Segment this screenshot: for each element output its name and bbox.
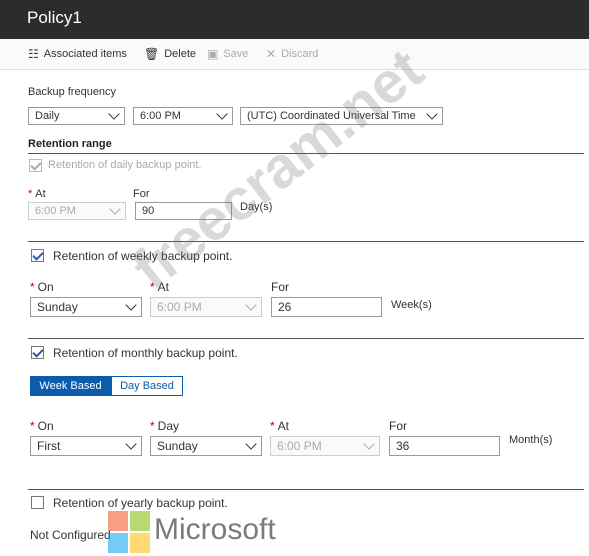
weekly-unit-label: Week(s) [391, 299, 432, 311]
daily-at-label: * At [28, 188, 46, 200]
required-marker: * [28, 188, 33, 200]
yearly-retention-label: Retention of yearly backup point. [53, 496, 228, 510]
daily-for-label: For [133, 188, 150, 200]
retention-range-header: Retention range [28, 138, 112, 150]
weekly-for-value: 26 [278, 300, 292, 314]
monthly-at-label: * At [270, 419, 290, 433]
save-icon: ▣ [207, 47, 219, 61]
yearly-status: Not Configured [30, 528, 111, 542]
day-based-tab[interactable]: Day Based [111, 376, 183, 396]
chevron-down-icon [125, 299, 137, 311]
trash-icon: 🗑 [144, 47, 160, 61]
monthly-on-label: * On [30, 419, 54, 433]
week-based-tab[interactable]: Week Based [30, 376, 111, 396]
page-title: Policy1 [27, 8, 82, 27]
weekly-on-label: * On [30, 280, 54, 294]
chevron-down-icon [216, 108, 228, 120]
daily-at-select[interactable]: 6:00 PM [28, 202, 126, 220]
chevron-down-icon [363, 438, 375, 450]
monthly-unit-label: Month(s) [509, 434, 553, 446]
monthly-day-select[interactable]: Sunday [150, 436, 262, 456]
monthly-on-select[interactable]: First [30, 436, 142, 456]
chevron-down-icon [109, 203, 121, 215]
backup-time-value: 6:00 PM [140, 110, 181, 122]
delete-label: Delete [164, 48, 197, 60]
weekly-at-value: 6:00 PM [157, 300, 202, 314]
backup-frequency-label: Backup frequency [28, 86, 117, 98]
monthly-retention-label: Retention of monthly backup point. [53, 346, 238, 360]
monthly-day-label: * Day [150, 419, 180, 433]
daily-retention-label: Retention of daily backup point. [48, 159, 202, 171]
daily-retention-checkbox[interactable] [29, 159, 42, 172]
chevron-down-icon [245, 299, 257, 311]
frequency-value: Daily [35, 110, 60, 122]
backup-time-select[interactable]: 6:00 PM [133, 107, 233, 125]
chevron-down-icon [426, 108, 438, 120]
weekly-retention-checkbox[interactable] [31, 249, 44, 262]
daily-at-value: 6:00 PM [35, 205, 76, 217]
monthly-for-value: 36 [396, 439, 410, 453]
monthly-retention-checkbox[interactable] [31, 346, 44, 359]
frequency-select[interactable]: Daily [28, 107, 125, 125]
daily-for-value: 90 [142, 205, 155, 217]
divider [28, 489, 584, 490]
save-button[interactable]: ▣ Save [207, 47, 248, 61]
chevron-down-icon [125, 438, 137, 450]
microsoft-brand-text: Microsoft [154, 513, 276, 546]
save-label: Save [223, 48, 249, 60]
weekly-at-select[interactable]: 6:00 PM [150, 297, 262, 317]
microsoft-logo-icon [108, 511, 150, 553]
required-marker: * [30, 280, 35, 294]
chevron-down-icon [245, 438, 257, 450]
required-marker: * [150, 419, 155, 433]
associated-items-button[interactable]: ☷ Associated items [28, 47, 127, 61]
weekly-for-input[interactable]: 26 [271, 297, 382, 317]
monthly-at-select[interactable]: 6:00 PM [270, 436, 380, 456]
discard-label: Discard [281, 48, 319, 60]
chevron-down-icon [108, 108, 120, 120]
delete-button[interactable]: 🗑 Delete [144, 47, 196, 61]
weekly-on-select[interactable]: Sunday [30, 297, 142, 317]
weekly-on-value: Sunday [37, 300, 78, 314]
monthly-on-value: First [37, 439, 61, 453]
required-marker: * [270, 419, 275, 433]
yearly-retention-checkbox[interactable] [31, 496, 44, 509]
monthly-for-label: For [389, 419, 407, 433]
list-icon: ☷ [28, 47, 39, 61]
monthly-day-value: Sunday [157, 439, 198, 453]
monthly-for-input[interactable]: 36 [389, 436, 500, 456]
title-bar [0, 0, 589, 39]
divider [28, 338, 584, 339]
required-marker: * [30, 419, 35, 433]
associated-items-label: Associated items [43, 48, 127, 60]
weekly-for-label: For [271, 280, 289, 294]
discard-button[interactable]: ✕ Discard [266, 47, 318, 61]
monthly-at-value: 6:00 PM [277, 439, 322, 453]
divider [28, 241, 584, 242]
close-icon: ✕ [266, 47, 277, 61]
